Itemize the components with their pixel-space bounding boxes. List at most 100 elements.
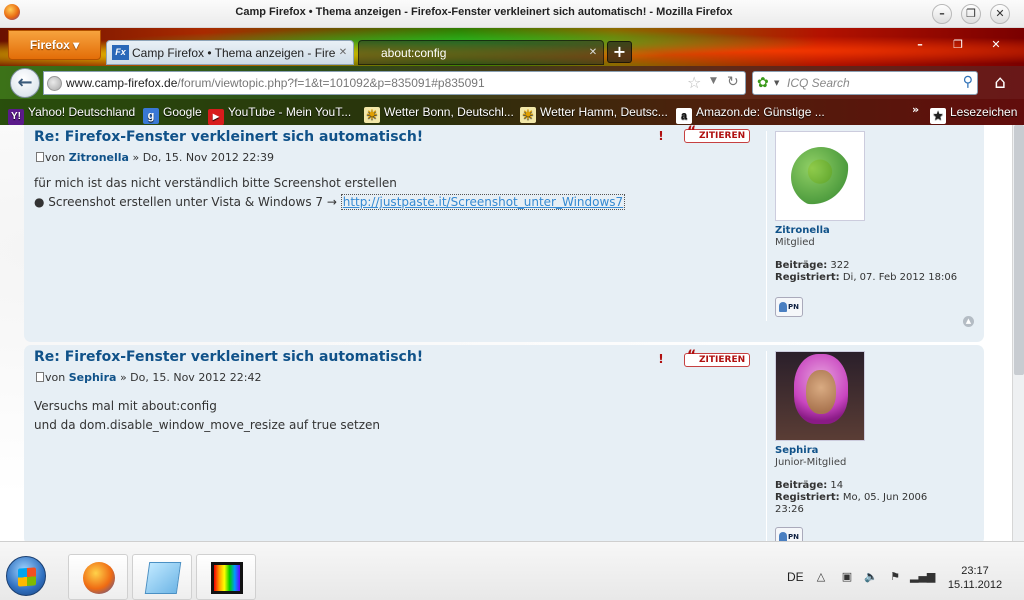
browser-minimize-icon[interactable]: –	[912, 38, 928, 54]
pm-label: PN	[788, 303, 799, 311]
search-input[interactable]	[787, 75, 957, 91]
scrollbar-thumb[interactable]	[1014, 125, 1024, 375]
start-button[interactable]	[6, 556, 46, 596]
clock-time: 23:17	[961, 565, 989, 577]
notepad-icon	[144, 562, 182, 594]
post-title[interactable]: Re: Firefox-Fenster verkleinert sich aut…	[34, 129, 423, 145]
tab-camp-firefox[interactable]: Fx Camp Firefox • Thema anzeigen - Fire …	[106, 40, 354, 65]
pm-label: PN	[788, 533, 799, 541]
network-signal-icon[interactable]: ▂▄▆	[910, 570, 935, 584]
taskbar-firefox[interactable]	[68, 554, 128, 600]
bookmark-label: Wetter Bonn, Deutschl...	[384, 105, 514, 119]
posts-label: Beiträge:	[775, 260, 828, 271]
bookmarks-toolbar: Y! Yahoo! Deutschland g Google ▶ YouTube - …	[0, 99, 1024, 125]
post-text-line: und da dom.disable_window_move_resize au…	[34, 418, 381, 432]
site-identity-icon[interactable]	[47, 76, 62, 91]
bookmark-amazon[interactable]: a Amazon.de: Günstige ...	[676, 103, 825, 124]
tray-overflow-icon[interactable]: △	[814, 570, 828, 584]
history-dropdown-icon[interactable]: ▼	[710, 76, 717, 86]
quote-button[interactable]: “ZITIEREN	[684, 125, 751, 143]
tab-about-config[interactable]: about:config ✕	[358, 40, 604, 65]
post-date: » Do, 15. Nov 2012 22:39	[132, 151, 275, 164]
back-button[interactable]: ←	[10, 68, 40, 98]
page-content: Re: Firefox-Fenster verkleinert sich aut…	[0, 125, 1024, 541]
meta-by: von	[45, 371, 66, 384]
url-host: www.camp-firefox.de	[66, 76, 178, 90]
profile-username[interactable]: Zitronella	[775, 225, 830, 236]
language-indicator[interactable]: DE	[787, 570, 804, 584]
search-bar[interactable]: ✿ ▼ ⚲	[752, 71, 978, 95]
url-bar[interactable]: www.camp-firefox.de/forum/viewtopic.php?…	[43, 71, 746, 95]
new-tab-button[interactable]: +	[607, 41, 632, 63]
bookmark-star-icon: ★	[930, 108, 946, 124]
weather-sun-icon: ☀	[520, 107, 536, 123]
tab-close-icon[interactable]: ✕	[337, 47, 349, 59]
post-date: » Do, 15. Nov 2012 22:42	[119, 371, 262, 384]
bookmark-yahoo[interactable]: Y! Yahoo! Deutschland	[8, 103, 136, 125]
icq-flower-icon[interactable]: ✿	[757, 75, 769, 91]
report-icon[interactable]: !	[653, 129, 669, 144]
post-title[interactable]: Re: Firefox-Fenster verkleinert sich aut…	[34, 349, 423, 365]
registered-date: Mo, 05. Jun 2006	[842, 492, 928, 503]
quote-mark-icon: “	[687, 125, 697, 140]
post-body: für mich ist das nicht verständlich bitt…	[34, 174, 626, 212]
bookmarks-overflow-icon[interactable]: »	[912, 103, 919, 116]
taskbar-movie-maker[interactable]	[196, 554, 256, 600]
windows-taskbar: DE △ ▣ 🔈 ⚑ ▂▄▆ 23:17 15.11.2012	[0, 541, 1024, 600]
post-meta: von Sephira » Do, 15. Nov 2012 22:42	[36, 371, 262, 384]
screenshot-link[interactable]: http://justpaste.it/Screenshot_unter_Win…	[340, 194, 626, 210]
quote-button[interactable]: “ZITIEREN	[684, 349, 751, 367]
bookmark-label: Yahoo! Deutschland	[28, 105, 136, 119]
person-icon	[779, 532, 787, 541]
bookmark-wetter-hamm[interactable]: ☀ Wetter Hamm, Deutsc...	[520, 103, 668, 123]
bookmark-wetter-bonn[interactable]: ☀ Wetter Bonn, Deutschl...	[364, 103, 514, 123]
post-author-link[interactable]: Zitronella	[69, 151, 129, 164]
post-profile: Zitronella Mitglied Beiträge: 322 Regist…	[766, 131, 976, 321]
search-engine-dropdown-icon[interactable]: ▼	[774, 79, 779, 87]
bookmark-youtube[interactable]: ▶ YouTube - Mein YouT...	[208, 103, 351, 125]
movie-icon	[211, 562, 243, 594]
close-button[interactable]: ✕	[990, 4, 1010, 24]
maximize-button[interactable]: ❐	[961, 4, 981, 24]
tab-close-icon[interactable]: ✕	[587, 47, 599, 59]
taskbar-notepad[interactable]	[132, 554, 192, 600]
post-author-link[interactable]: Sephira	[69, 371, 117, 384]
profile-username[interactable]: Sephira	[775, 445, 818, 456]
firefox-menu-button[interactable]: Firefox ▾	[8, 30, 101, 60]
volume-icon[interactable]: 🔈	[864, 570, 878, 584]
registered-label: Registriert:	[775, 492, 840, 503]
posts-count: 322	[830, 260, 850, 271]
report-icon[interactable]: !	[653, 352, 669, 367]
browser-restore-icon[interactable]: ❐	[950, 38, 966, 54]
forum-post: Re: Firefox-Fenster verkleinert sich aut…	[24, 345, 984, 541]
bookmark-star-icon[interactable]: ☆	[687, 73, 701, 92]
post-page-icon	[36, 372, 44, 382]
bookmark-google[interactable]: g Google	[143, 103, 202, 124]
action-center-flag-icon[interactable]: ⚑	[888, 570, 902, 584]
quote-label: ZITIEREN	[699, 131, 746, 141]
amazon-icon: a	[676, 108, 692, 124]
browser-close-icon[interactable]: ✕	[988, 38, 1004, 54]
profile-rank: Mitglied	[775, 237, 815, 248]
profile-posts: Beiträge: 322	[775, 260, 850, 272]
home-icon[interactable]: ⌂	[988, 72, 1012, 94]
minimize-button[interactable]: –	[932, 4, 952, 24]
navigation-bar: ← www.camp-firefox.de/forum/viewtopic.ph…	[0, 66, 1024, 99]
device-icon[interactable]: ▣	[840, 570, 854, 584]
pm-button[interactable]: PN	[775, 527, 803, 541]
registered-time: 23:26	[775, 504, 804, 515]
post-page-icon	[36, 152, 44, 162]
taskbar-clock[interactable]: 23:17 15.11.2012	[940, 564, 1010, 592]
search-icon[interactable]: ⚲	[963, 74, 973, 90]
back-to-top-icon[interactable]: ▲	[963, 316, 974, 327]
page-scrollbar[interactable]	[1012, 125, 1024, 541]
pm-button[interactable]: PN	[775, 297, 803, 317]
youtube-icon: ▶	[208, 109, 224, 125]
reload-icon[interactable]: ↻	[727, 74, 739, 90]
window-title: Camp Firefox • Thema anzeigen - Firefox-…	[235, 6, 733, 18]
bookmarks-menu-folder[interactable]: ★ Lesezeichen	[930, 103, 1017, 124]
profile-registered: Registriert: Di, 07. Feb 2012 18:06	[775, 272, 957, 284]
post-text-prefix: ● Screenshot erstellen unter Vista & Win…	[34, 195, 337, 209]
post-profile: Sephira Junior-Mitglied Beiträge: 14 Reg…	[766, 351, 976, 541]
url-text[interactable]: www.camp-firefox.de/forum/viewtopic.php?…	[66, 76, 485, 90]
